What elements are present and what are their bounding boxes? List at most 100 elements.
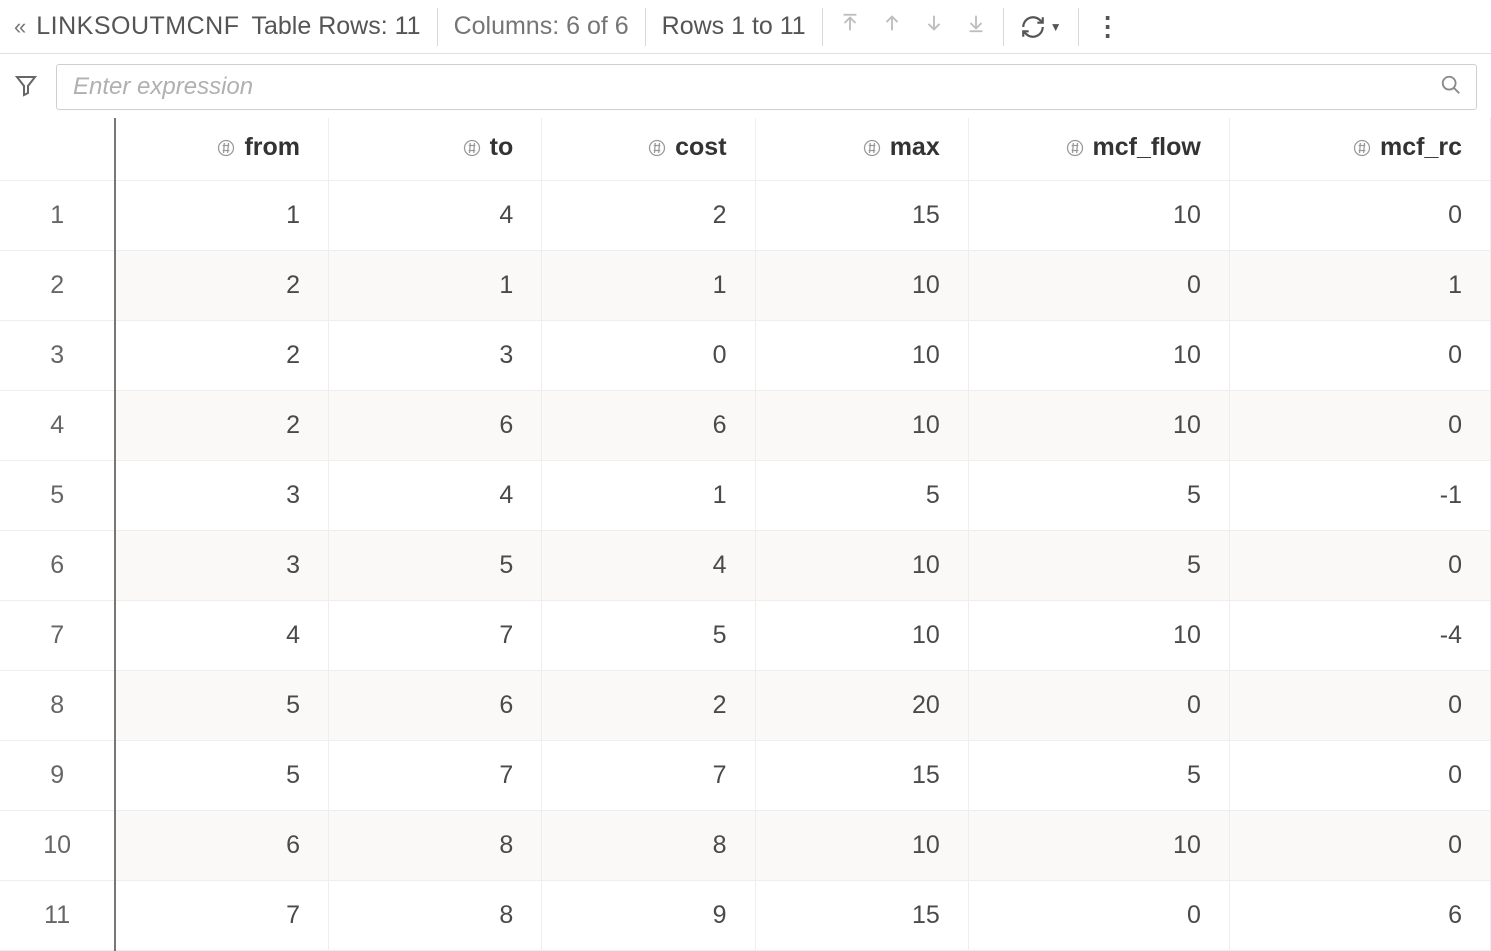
row-number-cell[interactable]: 1 (0, 180, 115, 250)
search-icon[interactable] (1440, 74, 1462, 101)
cell-max[interactable]: 15 (755, 740, 968, 810)
row-number-cell[interactable]: 5 (0, 460, 115, 530)
cell-from[interactable]: 4 (115, 600, 328, 670)
cell-max[interactable]: 15 (755, 880, 968, 950)
row-number-cell[interactable]: 3 (0, 320, 115, 390)
column-header-max[interactable]: max (755, 118, 968, 180)
cell-mcf_flow[interactable]: 5 (968, 740, 1229, 810)
cell-from[interactable]: 3 (115, 530, 328, 600)
cell-mcf_flow[interactable]: 0 (968, 880, 1229, 950)
refresh-button[interactable]: ▼ (1020, 14, 1062, 40)
table-row[interactable]: 323010100 (0, 320, 1491, 390)
cell-cost[interactable]: 2 (542, 180, 755, 250)
cell-max[interactable]: 5 (755, 460, 968, 530)
row-number-cell[interactable]: 6 (0, 530, 115, 600)
cell-mcf_flow[interactable]: 0 (968, 670, 1229, 740)
cell-to[interactable]: 3 (329, 320, 542, 390)
table-row[interactable]: 85622000 (0, 670, 1491, 740)
cell-mcf_flow[interactable]: 10 (968, 180, 1229, 250)
table-row[interactable]: 63541050 (0, 530, 1491, 600)
cell-cost[interactable]: 9 (542, 880, 755, 950)
cell-max[interactable]: 10 (755, 600, 968, 670)
cell-mcf_rc[interactable]: 1 (1229, 250, 1490, 320)
cell-to[interactable]: 6 (329, 390, 542, 460)
cell-from[interactable]: 2 (115, 390, 328, 460)
cell-mcf_flow[interactable]: 10 (968, 600, 1229, 670)
cell-cost[interactable]: 2 (542, 670, 755, 740)
table-row[interactable]: 114215100 (0, 180, 1491, 250)
cell-cost[interactable]: 1 (542, 460, 755, 530)
cell-max[interactable]: 10 (755, 390, 968, 460)
column-header-mcf-flow[interactable]: mcf_flow (968, 118, 1229, 180)
cell-cost[interactable]: 7 (542, 740, 755, 810)
column-header-from[interactable]: from (115, 118, 328, 180)
column-header-mcf-rc[interactable]: mcf_rc (1229, 118, 1490, 180)
cell-max[interactable]: 20 (755, 670, 968, 740)
table-row[interactable]: 117891506 (0, 880, 1491, 950)
expression-input[interactable] (71, 72, 1440, 102)
filter-icon[interactable] (14, 73, 38, 102)
cell-cost[interactable]: 8 (542, 810, 755, 880)
cell-to[interactable]: 4 (329, 460, 542, 530)
more-options-button[interactable]: ⋮ (1095, 11, 1119, 42)
cell-from[interactable]: 5 (115, 670, 328, 740)
cell-to[interactable]: 7 (329, 740, 542, 810)
cell-mcf_rc[interactable]: 0 (1229, 320, 1490, 390)
go-prev-icon[interactable] (881, 12, 903, 41)
cell-max[interactable]: 10 (755, 810, 968, 880)
cell-mcf_flow[interactable]: 10 (968, 810, 1229, 880)
cell-mcf_rc[interactable]: -4 (1229, 600, 1490, 670)
cell-from[interactable]: 6 (115, 810, 328, 880)
cell-cost[interactable]: 6 (542, 390, 755, 460)
cell-mcf_rc[interactable]: -1 (1229, 460, 1490, 530)
cell-mcf_flow[interactable]: 10 (968, 390, 1229, 460)
go-last-icon[interactable] (965, 12, 987, 41)
cell-mcf_rc[interactable]: 0 (1229, 180, 1490, 250)
column-header-to[interactable]: to (329, 118, 542, 180)
cell-max[interactable]: 10 (755, 320, 968, 390)
row-number-cell[interactable]: 10 (0, 810, 115, 880)
cell-max[interactable]: 10 (755, 250, 968, 320)
row-number-cell[interactable]: 4 (0, 390, 115, 460)
table-row[interactable]: 22111001 (0, 250, 1491, 320)
table-row[interactable]: 1068810100 (0, 810, 1491, 880)
cell-mcf_flow[interactable]: 5 (968, 530, 1229, 600)
cell-cost[interactable]: 5 (542, 600, 755, 670)
go-first-icon[interactable] (839, 12, 861, 41)
row-number-cell[interactable]: 11 (0, 880, 115, 950)
column-header-cost[interactable]: cost (542, 118, 755, 180)
cell-cost[interactable]: 0 (542, 320, 755, 390)
back-button[interactable]: « (14, 14, 36, 40)
cell-from[interactable]: 7 (115, 880, 328, 950)
cell-from[interactable]: 3 (115, 460, 328, 530)
cell-to[interactable]: 4 (329, 180, 542, 250)
cell-from[interactable]: 2 (115, 320, 328, 390)
table-row[interactable]: 95771550 (0, 740, 1491, 810)
row-number-cell[interactable]: 2 (0, 250, 115, 320)
cell-to[interactable]: 8 (329, 810, 542, 880)
row-number-cell[interactable]: 7 (0, 600, 115, 670)
cell-to[interactable]: 1 (329, 250, 542, 320)
cell-mcf_flow[interactable]: 10 (968, 320, 1229, 390)
row-number-cell[interactable]: 9 (0, 740, 115, 810)
cell-to[interactable]: 8 (329, 880, 542, 950)
cell-mcf_flow[interactable]: 5 (968, 460, 1229, 530)
cell-from[interactable]: 2 (115, 250, 328, 320)
cell-to[interactable]: 7 (329, 600, 542, 670)
cell-mcf_rc[interactable]: 0 (1229, 810, 1490, 880)
cell-max[interactable]: 10 (755, 530, 968, 600)
row-number-cell[interactable]: 8 (0, 670, 115, 740)
cell-mcf_rc[interactable]: 0 (1229, 670, 1490, 740)
table-row[interactable]: 534155-1 (0, 460, 1491, 530)
cell-max[interactable]: 15 (755, 180, 968, 250)
cell-mcf_rc[interactable]: 6 (1229, 880, 1490, 950)
cell-from[interactable]: 5 (115, 740, 328, 810)
cell-mcf_rc[interactable]: 0 (1229, 390, 1490, 460)
cell-from[interactable]: 1 (115, 180, 328, 250)
cell-cost[interactable]: 1 (542, 250, 755, 320)
go-next-icon[interactable] (923, 12, 945, 41)
cell-mcf_flow[interactable]: 0 (968, 250, 1229, 320)
table-row[interactable]: 426610100 (0, 390, 1491, 460)
cell-to[interactable]: 6 (329, 670, 542, 740)
cell-cost[interactable]: 4 (542, 530, 755, 600)
